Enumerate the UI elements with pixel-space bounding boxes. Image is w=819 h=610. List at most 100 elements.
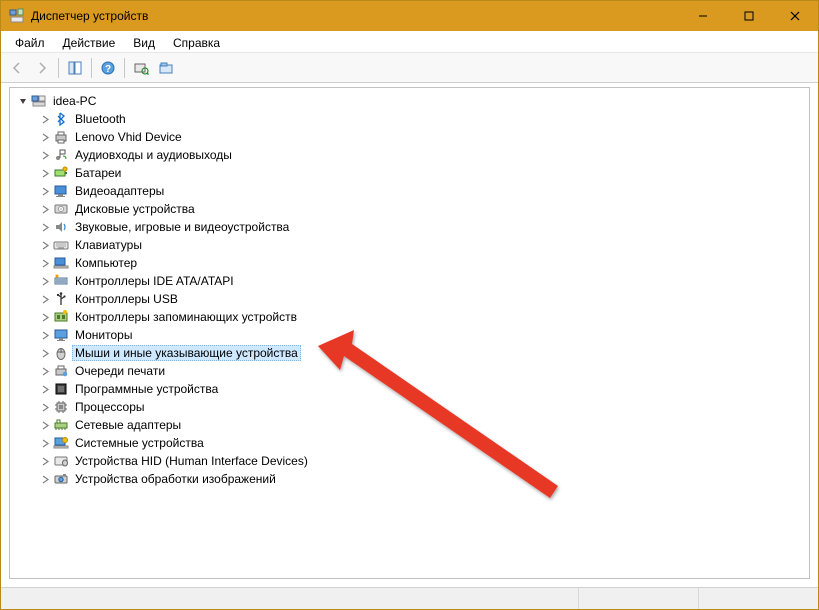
tree-node-usb[interactable]: Контроллеры USB: [12, 290, 809, 308]
tree-node-printer[interactable]: Lenovo Vhid Device: [12, 128, 809, 146]
chevron-right-icon[interactable]: [38, 112, 52, 126]
cpu-icon: [52, 399, 70, 415]
tree-node-label: Устройства обработки изображений: [72, 471, 279, 487]
usb-icon: [52, 291, 70, 307]
menu-action[interactable]: Действие: [55, 34, 124, 52]
tree-root-node[interactable]: idea-PC: [12, 92, 809, 110]
tree-node-mouse[interactable]: Мыши и иные указывающие устройства: [12, 344, 809, 362]
nav-forward-button: [30, 56, 54, 80]
chevron-right-icon[interactable]: [38, 346, 52, 360]
chevron-right-icon[interactable]: [38, 472, 52, 486]
close-button[interactable]: [772, 1, 818, 31]
monitor-icon: [52, 327, 70, 343]
menu-view[interactable]: Вид: [125, 34, 163, 52]
tree-node-label: Дисковые устройства: [72, 201, 198, 217]
toolbar-separator: [58, 58, 59, 78]
menu-help[interactable]: Справка: [165, 34, 228, 52]
scan-hardware-button[interactable]: [129, 56, 153, 80]
tree-node-label: Мыши и иные указывающие устройства: [72, 345, 301, 361]
printer-icon: [52, 129, 70, 145]
tree-node-battery[interactable]: Батареи: [12, 164, 809, 182]
nav-back-button: [5, 56, 29, 80]
maximize-button[interactable]: [726, 1, 772, 31]
device-tree: idea-PCBluetoothLenovo Vhid DeviceАудиов…: [10, 88, 809, 492]
chevron-right-icon[interactable]: [38, 400, 52, 414]
tree-node-computer[interactable]: Компьютер: [12, 254, 809, 272]
chevron-right-icon[interactable]: [38, 436, 52, 450]
tree-node-print-queue[interactable]: Очереди печати: [12, 362, 809, 380]
tree-node-label: Программные устройства: [72, 381, 221, 397]
chevron-right-icon[interactable]: [38, 166, 52, 180]
tree-node-display-adapter[interactable]: Видеоадаптеры: [12, 182, 809, 200]
chevron-right-icon[interactable]: [38, 148, 52, 162]
tree-node-label: Звуковые, игровые и видеоустройства: [72, 219, 292, 235]
chevron-right-icon[interactable]: [38, 130, 52, 144]
tree-node-label: Процессоры: [72, 399, 148, 415]
chevron-right-icon[interactable]: [38, 328, 52, 342]
chevron-right-icon[interactable]: [38, 382, 52, 396]
tree-node-system[interactable]: Системные устройства: [12, 434, 809, 452]
statusbar: [1, 587, 818, 609]
menubar: Файл Действие Вид Справка: [1, 31, 818, 53]
app-icon: [9, 8, 25, 24]
tree-node-label: Мониторы: [72, 327, 135, 343]
chevron-right-icon[interactable]: [38, 292, 52, 306]
disk-icon: [52, 201, 70, 217]
tree-node-imaging[interactable]: Устройства обработки изображений: [12, 470, 809, 488]
chevron-right-icon[interactable]: [38, 220, 52, 234]
audio-jack-icon: [52, 147, 70, 163]
chevron-right-icon[interactable]: [38, 256, 52, 270]
tree-node-monitor[interactable]: Мониторы: [12, 326, 809, 344]
chevron-right-icon[interactable]: [38, 202, 52, 216]
computer-icon: [30, 93, 48, 109]
menu-file[interactable]: Файл: [7, 34, 53, 52]
titlebar[interactable]: Диспетчер устройств: [1, 1, 818, 31]
system-icon: [52, 435, 70, 451]
sound-icon: [52, 219, 70, 235]
help-button[interactable]: ?: [96, 56, 120, 80]
tree-node-audio-jack[interactable]: Аудиовходы и аудиовыходы: [12, 146, 809, 164]
imaging-icon: [52, 471, 70, 487]
minimize-button[interactable]: [680, 1, 726, 31]
tree-node-bluetooth[interactable]: Bluetooth: [12, 110, 809, 128]
tree-node-label: Контроллеры запоминающих устройств: [72, 309, 300, 325]
tree-node-keyboard[interactable]: Клавиатуры: [12, 236, 809, 254]
properties-button[interactable]: [154, 56, 178, 80]
chevron-down-icon[interactable]: [16, 94, 30, 108]
chevron-right-icon[interactable]: [38, 184, 52, 198]
mouse-icon: [52, 345, 70, 361]
tree-node-storage-ctrl[interactable]: Контроллеры запоминающих устройств: [12, 308, 809, 326]
tree-node-sound[interactable]: Звуковые, игровые и видеоустройства: [12, 218, 809, 236]
software-device-icon: [52, 381, 70, 397]
tree-node-network[interactable]: Сетевые адаптеры: [12, 416, 809, 434]
chevron-right-icon[interactable]: [38, 418, 52, 432]
tree-node-hid[interactable]: Устройства HID (Human Interface Devices): [12, 452, 809, 470]
chevron-right-icon[interactable]: [38, 454, 52, 468]
chevron-right-icon[interactable]: [38, 364, 52, 378]
chevron-right-icon[interactable]: [38, 274, 52, 288]
computer-icon: [52, 255, 70, 271]
tree-node-software-device[interactable]: Программные устройства: [12, 380, 809, 398]
tree-node-label: Системные устройства: [72, 435, 207, 451]
tree-node-label: Компьютер: [72, 255, 140, 271]
show-hide-console-tree-button[interactable]: [63, 56, 87, 80]
window-title: Диспетчер устройств: [31, 9, 680, 23]
tree-node-disk[interactable]: Дисковые устройства: [12, 200, 809, 218]
tree-node-label: Контроллеры IDE ATA/ATAPI: [72, 273, 237, 289]
device-tree-panel[interactable]: idea-PCBluetoothLenovo Vhid DeviceАудиов…: [9, 87, 810, 579]
tree-node-label: Сетевые адаптеры: [72, 417, 184, 433]
tree-node-label: Bluetooth: [72, 111, 129, 127]
statusbar-cell: [1, 588, 578, 609]
tree-node-label: Клавиатуры: [72, 237, 145, 253]
hid-icon: [52, 453, 70, 469]
toolbar-separator: [91, 58, 92, 78]
chevron-right-icon[interactable]: [38, 310, 52, 324]
tree-node-label: Аудиовходы и аудиовыходы: [72, 147, 235, 163]
ide-icon: [52, 273, 70, 289]
display-adapter-icon: [52, 183, 70, 199]
statusbar-cell: [698, 588, 818, 609]
tree-node-ide[interactable]: Контроллеры IDE ATA/ATAPI: [12, 272, 809, 290]
chevron-right-icon[interactable]: [38, 238, 52, 252]
tree-node-cpu[interactable]: Процессоры: [12, 398, 809, 416]
window-controls: [680, 1, 818, 31]
